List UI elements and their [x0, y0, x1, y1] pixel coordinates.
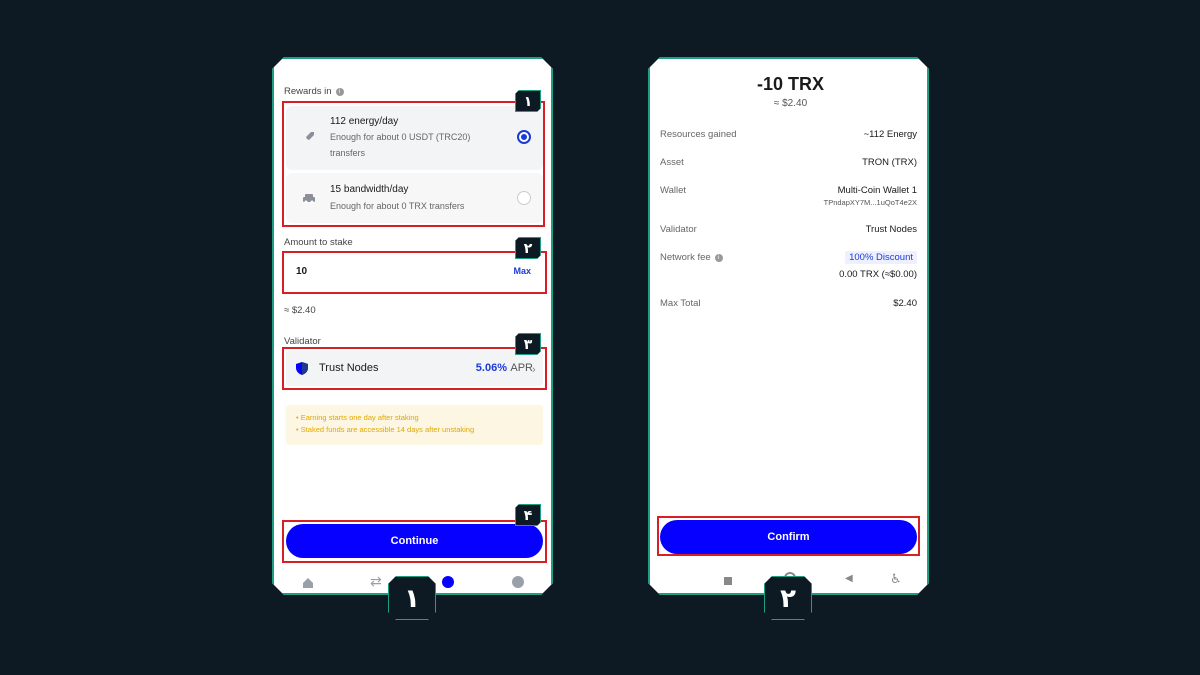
bandwidth-radio[interactable]: [517, 191, 531, 205]
stake-screen: Rewards in i 112 energy/day Enough for a…: [272, 57, 553, 595]
amount-input[interactable]: 10 Max: [286, 254, 543, 289]
asset-label: Asset: [660, 157, 684, 168]
chevron-right-icon: ›: [532, 364, 536, 376]
max-total-label: Max Total: [660, 298, 701, 309]
confirm-screen: -10 TRX ≈ $2.40 Resources gained ~112 En…: [648, 57, 929, 595]
validator-apr-unit: APR: [510, 362, 533, 374]
staking-notice: • Earning starts one day after staking •…: [286, 405, 543, 445]
bandwidth-title: 15 bandwidth/day: [330, 184, 409, 195]
network-fee-value: 0.00 TRX (≈$0.00): [839, 269, 917, 280]
wallet-name: Multi-Coin Wallet 1: [837, 185, 917, 196]
step-badge-1: ۱: [515, 90, 541, 112]
earn-icon[interactable]: [442, 576, 454, 588]
confirm-fiat: ≈ $2.40: [773, 98, 808, 109]
notice-line-2: • Staked funds are accessible 14 days af…: [296, 425, 475, 434]
continue-button[interactable]: Continue: [286, 524, 543, 558]
max-total-value: $2.40: [893, 298, 917, 309]
bandwidth-desc: Enough for about 0 TRX transfers: [330, 201, 465, 211]
fee-discount-badge: 100% Discount: [845, 251, 917, 264]
confirm-amount: -10 TRX: [756, 74, 825, 94]
validator-label-2: Validator: [660, 224, 697, 235]
max-button[interactable]: Max: [513, 266, 531, 276]
validator-value-2: Trust Nodes: [865, 224, 917, 235]
resources-label: Resources gained: [660, 129, 737, 140]
car-icon: [302, 191, 316, 209]
rewards-label: Rewards in i: [284, 86, 344, 97]
confirm-button[interactable]: Confirm: [660, 520, 917, 554]
shield-icon: [296, 362, 308, 380]
info-icon[interactable]: i: [715, 254, 723, 262]
amount-fiat: ≈ $2.40: [284, 305, 316, 316]
phone-badge-1: ۱: [388, 576, 436, 620]
reward-option-energy[interactable]: 112 energy/day Enough for about 0 USDT (…: [286, 106, 543, 170]
info-icon[interactable]: i: [336, 88, 344, 96]
home-icon[interactable]: [302, 576, 314, 594]
discover-icon[interactable]: [512, 576, 524, 588]
energy-title: 112 energy/day: [330, 116, 399, 127]
square-icon[interactable]: [724, 577, 732, 585]
back-icon[interactable]: ◀: [845, 573, 853, 584]
validator-name: Trust Nodes: [319, 362, 379, 374]
step-badge-3: ۳: [515, 333, 541, 355]
resources-value: ~112 Energy: [863, 129, 917, 140]
asset-value: TRON (TRX): [862, 157, 917, 168]
network-fee-label: Network fee i: [660, 252, 723, 263]
accessibility-icon[interactable]: ♿: [890, 571, 902, 587]
validator-apr-value: 5.06%: [475, 362, 507, 374]
energy-desc-1: Enough for about 0 USDT (TRC20): [330, 132, 471, 142]
reward-option-bandwidth[interactable]: 15 bandwidth/day Enough for about 0 TRX …: [286, 173, 543, 223]
wallet-address: TPndapXY7M...1uQoT4e2X: [823, 198, 917, 207]
notice-line-1: • Earning starts one day after staking: [296, 413, 419, 422]
validator-selector[interactable]: Trust Nodes 5.06% APR: [286, 351, 543, 386]
step-badge-2: ۲: [515, 237, 541, 259]
wallet-label: Wallet: [660, 185, 687, 196]
step-badge-4: ۴: [515, 504, 541, 526]
energy-radio[interactable]: [517, 130, 531, 144]
validator-label: Validator: [284, 336, 321, 347]
energy-desc-2: transfers: [330, 148, 366, 158]
phone-badge-2: ۲: [764, 576, 812, 620]
amount-value: 10: [296, 266, 308, 277]
rocket-icon: [302, 130, 316, 149]
amount-label: Amount to stake: [284, 237, 353, 248]
swap-icon[interactable]: ⇄: [370, 573, 382, 590]
